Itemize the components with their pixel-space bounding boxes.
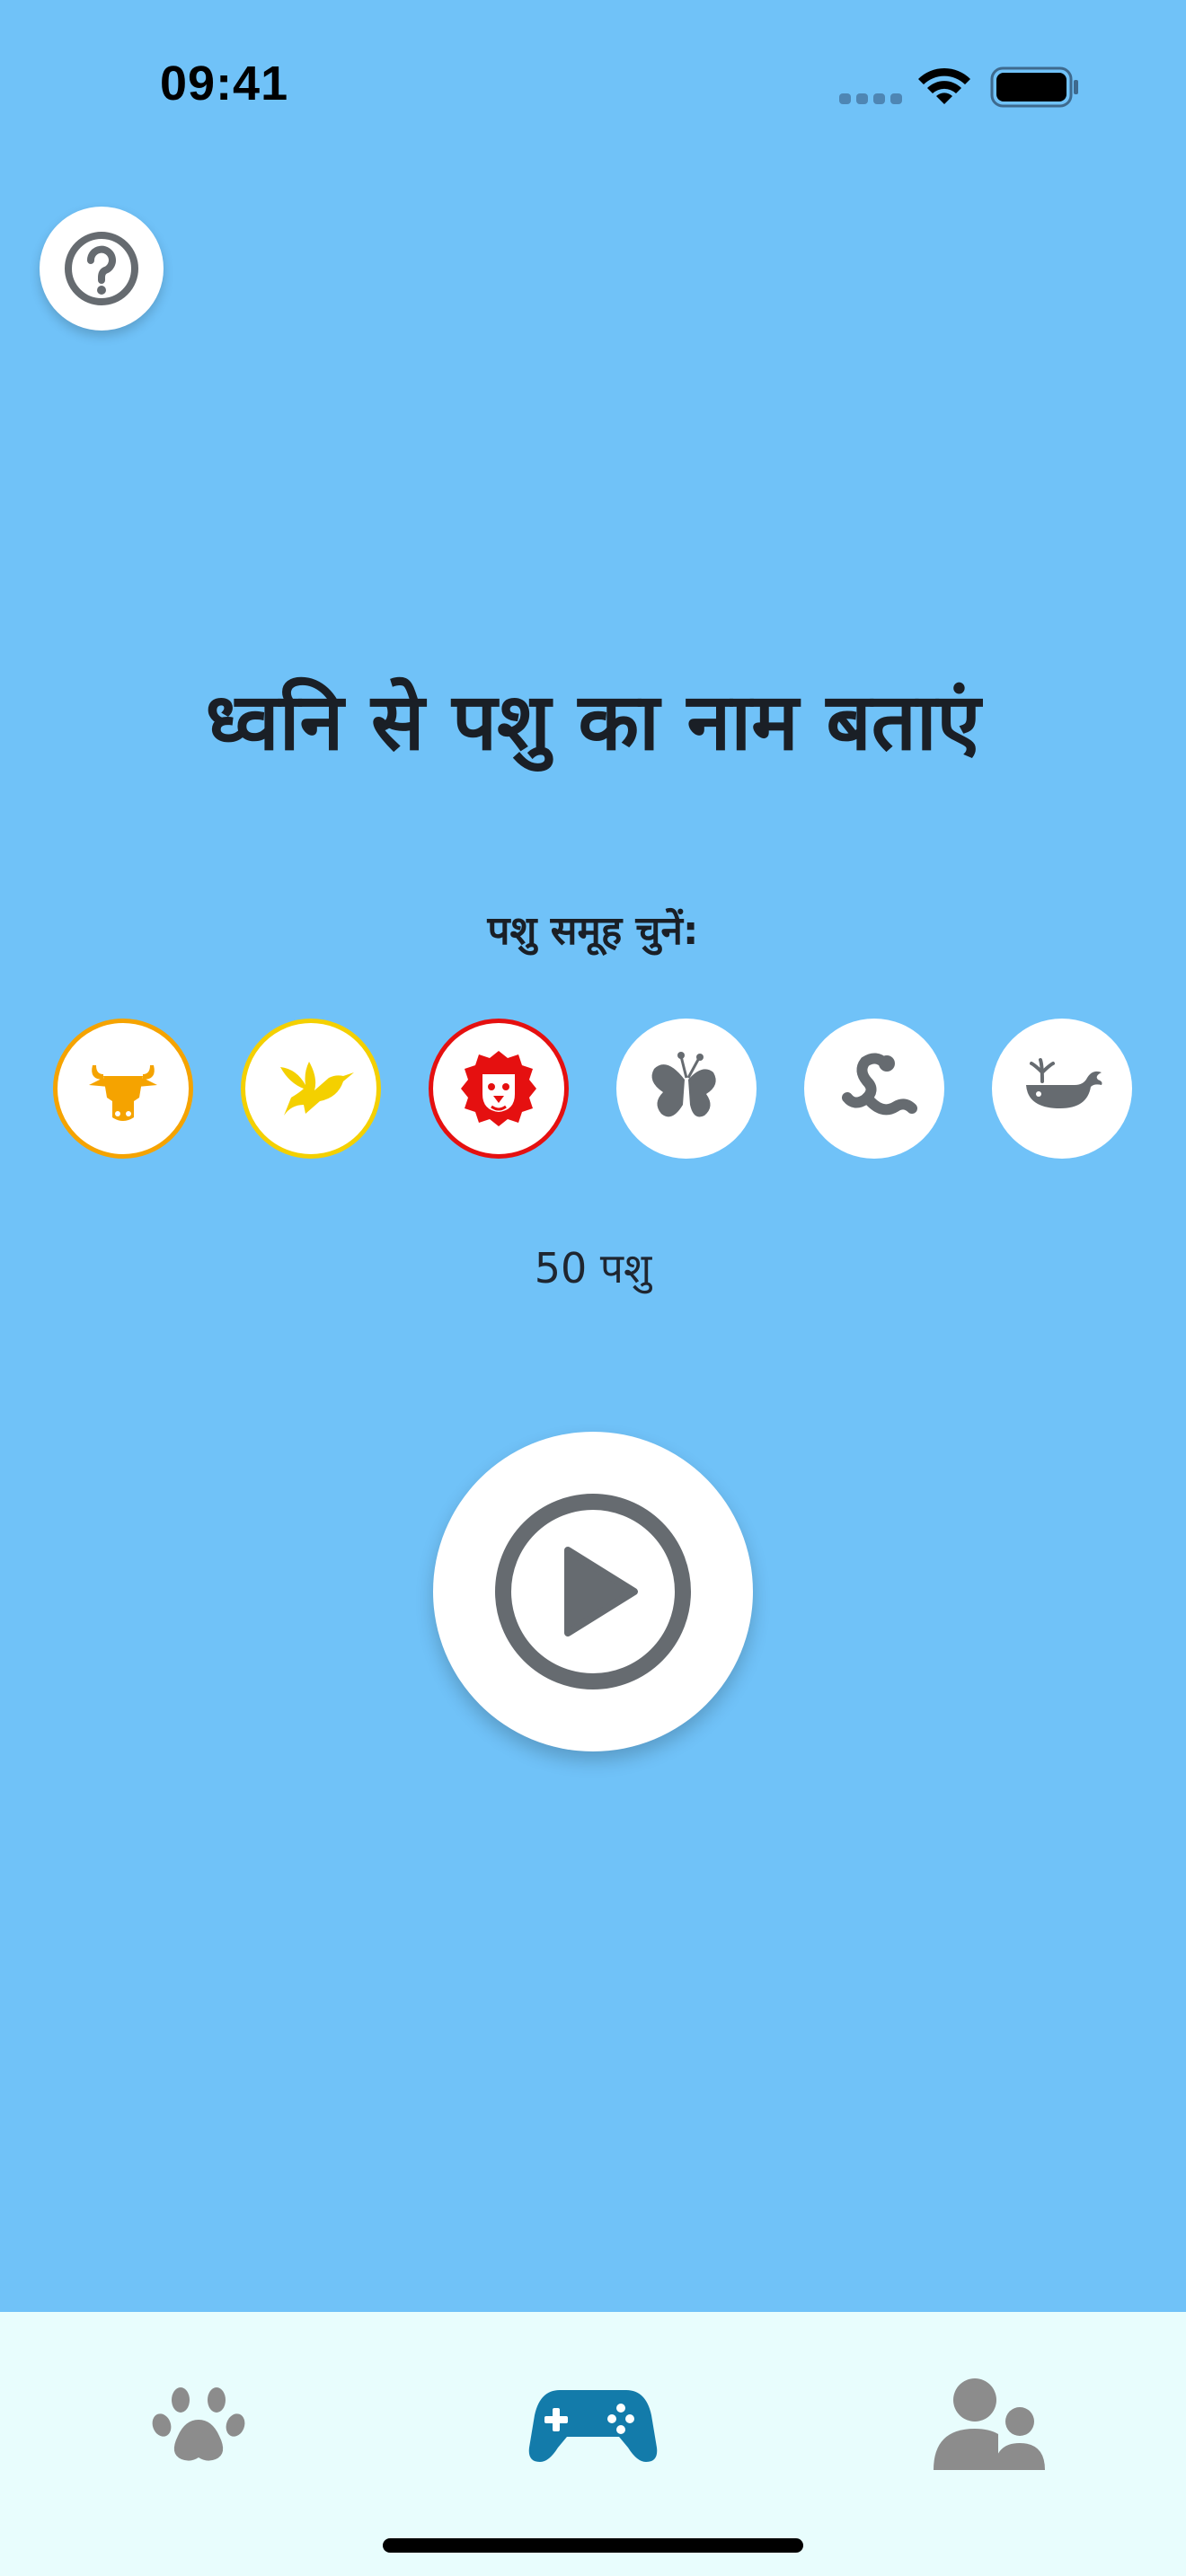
snake-icon	[842, 1053, 917, 1116]
group-button-insects[interactable]	[616, 1019, 757, 1159]
play-button[interactable]	[433, 1432, 753, 1751]
group-button-farm[interactable]	[53, 1019, 193, 1159]
animal-group-selector	[0, 1019, 1186, 1159]
butterfly-icon	[651, 1052, 716, 1117]
tab-animals[interactable]	[127, 2366, 270, 2483]
play-circle-icon	[495, 1494, 691, 1689]
lion-icon	[461, 1051, 536, 1126]
animal-count: 50 पशु	[534, 1244, 652, 1292]
whale-icon	[1026, 1058, 1102, 1108]
group-button-birds[interactable]	[241, 1019, 381, 1159]
status-time: 09:41	[160, 57, 289, 110]
cow-icon	[89, 1065, 157, 1121]
tab-profile[interactable]	[916, 2366, 1060, 2483]
users-icon	[934, 2378, 1045, 2470]
gamepad-icon	[528, 2390, 658, 2462]
bird-icon	[280, 1062, 354, 1116]
tab-games[interactable]	[521, 2366, 665, 2483]
group-select-label: पशु समूह चुनें:	[487, 908, 699, 954]
group-button-sea[interactable]	[992, 1019, 1132, 1159]
group-button-wild[interactable]	[429, 1019, 569, 1159]
home-indicator	[383, 2538, 803, 2553]
status-bar: 09:41	[0, 0, 1186, 171]
help-button[interactable]	[40, 207, 164, 331]
paw-icon	[152, 2387, 245, 2461]
page-title: ध्वनि से पशु का नाम बताएं	[205, 675, 981, 768]
tab-bar	[0, 2312, 1186, 2576]
battery-icon	[990, 66, 1078, 108]
cellular-signal-icon	[839, 93, 902, 104]
question-circle-icon	[65, 232, 138, 305]
wifi-icon	[918, 67, 970, 104]
group-button-reptiles[interactable]	[804, 1019, 944, 1159]
